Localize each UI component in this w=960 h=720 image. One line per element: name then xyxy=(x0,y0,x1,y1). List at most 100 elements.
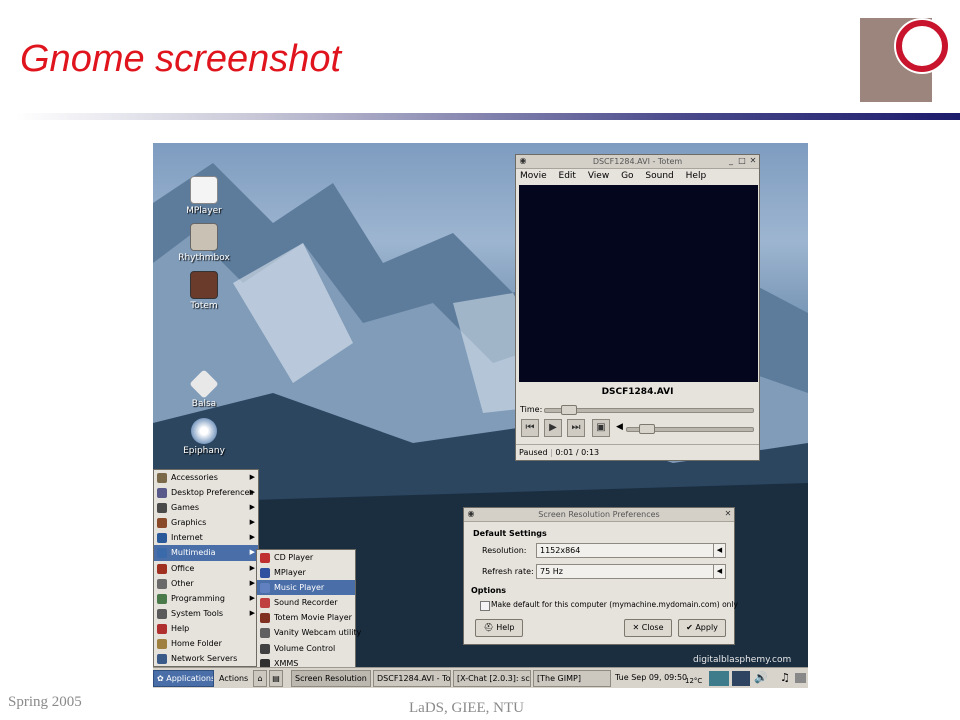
menu-item-accessories[interactable]: Accessories ▶ xyxy=(154,470,258,485)
submenu-arrow-icon: ▶ xyxy=(249,533,255,542)
menu-item-desktop-preferences[interactable]: Desktop Preferences ▶ xyxy=(154,485,258,500)
task-label: [X-Chat [2.0.3]: sc xyxy=(457,674,530,683)
menu-item-games[interactable]: Games ▶ xyxy=(154,500,258,515)
resolution-select[interactable]: 1152x864 ◀ xyxy=(536,543,726,558)
help-button-label: Help xyxy=(496,623,515,632)
help-icon xyxy=(157,623,167,634)
balsa-icon xyxy=(189,369,219,399)
menu-item-label: Accessories xyxy=(171,473,218,482)
menu-go[interactable]: Go xyxy=(621,171,633,181)
maximize-icon[interactable]: □ xyxy=(738,157,746,165)
menu-view[interactable]: View xyxy=(588,171,609,181)
refresh-select[interactable]: 75 Hz ◀ xyxy=(536,564,726,579)
epiphany-icon xyxy=(191,418,217,444)
menu-item-system-tools[interactable]: System Tools ▶ xyxy=(154,606,258,621)
menu-item-totem-movie-player[interactable]: Totem Movie Player xyxy=(257,610,355,625)
totem-icon xyxy=(190,271,218,299)
menu-item-volume-control[interactable]: Volume Control xyxy=(257,641,355,656)
close-icon[interactable]: ✕ xyxy=(749,157,757,165)
desktop-preferences-icon xyxy=(157,488,167,499)
menu-item-network-servers[interactable]: Network Servers xyxy=(154,651,258,666)
totem-titlebar[interactable]: ◉ DSCF1284.AVI - Totem _ □ ✕ xyxy=(516,155,759,169)
resolution-titlebar[interactable]: ◉ Screen Resolution Preferences ✕ xyxy=(464,508,734,522)
task-screen-resolution[interactable]: Screen Resolution xyxy=(291,670,371,687)
submenu-arrow-icon: ▶ xyxy=(249,548,255,557)
submenu-arrow-icon: ▶ xyxy=(249,578,255,587)
menu-item-programming[interactable]: Programming ▶ xyxy=(154,591,258,606)
office-icon xyxy=(157,563,167,574)
menu-sound[interactable]: Sound xyxy=(645,171,673,181)
menu-item-mplayer[interactable]: MPlayer xyxy=(257,565,355,580)
title-rule xyxy=(16,113,960,120)
applications-button[interactable]: ✿ Applications xyxy=(153,670,214,687)
menu-item-music-player[interactable]: Music Player xyxy=(257,580,355,596)
task-label: [The GIMP] xyxy=(537,674,581,683)
mplayer-icon xyxy=(190,176,218,204)
menu-item-label: Internet xyxy=(171,533,203,543)
default-checkbox[interactable] xyxy=(480,601,490,611)
task-xchat[interactable]: [X-Chat [2.0.3]: sc xyxy=(453,670,531,687)
terminal-launcher[interactable]: ▤ xyxy=(269,670,283,687)
cd-player-icon xyxy=(260,553,270,563)
menu-item-label: Sound Recorder xyxy=(274,598,338,608)
actions-label: Actions xyxy=(219,674,249,683)
clock[interactable]: Tue Sep 09, 09:50 xyxy=(615,673,687,682)
desktop-icon-totem[interactable]: Totem xyxy=(164,271,244,311)
help-button[interactable]: ⛑ Help xyxy=(475,619,523,637)
desktop-icon-label: Totem xyxy=(190,301,218,311)
apply-button[interactable]: ✔ Apply xyxy=(678,619,726,637)
window-menu-icon[interactable]: ◉ xyxy=(467,510,475,518)
volume-icon: ◀ xyxy=(616,422,623,432)
desktop-icon-rhythmbox[interactable]: Rhythmbox xyxy=(164,223,244,263)
menu-item-label: Other xyxy=(171,578,194,588)
next-button[interactable]: ⏭ xyxy=(567,419,585,437)
previous-button[interactable]: ⏮ xyxy=(521,419,539,437)
menu-item-internet[interactable]: Internet ▶ xyxy=(154,530,258,545)
play-button[interactable]: ▶ xyxy=(544,419,562,437)
minimize-icon[interactable]: _ xyxy=(727,157,735,165)
resolution-dialog: ◉ Screen Resolution Preferences ✕ Defaul… xyxy=(463,507,738,645)
task-gimp[interactable]: [The GIMP] xyxy=(533,670,611,687)
desktop-icon-label: MPlayer xyxy=(186,206,222,216)
menu-item-graphics[interactable]: Graphics ▶ xyxy=(154,515,258,530)
task-totem[interactable]: DSCF1284.AVI - To xyxy=(373,670,451,687)
music-note-icon[interactable]: ♫ xyxy=(780,671,790,684)
menu-edit[interactable]: Edit xyxy=(559,171,576,181)
menu-item-other[interactable]: Other ▶ xyxy=(154,576,258,591)
menu-item-label: Graphics xyxy=(171,518,207,528)
close-icon[interactable]: ✕ xyxy=(724,510,732,518)
volume-slider-knob[interactable] xyxy=(638,424,655,434)
close-button[interactable]: ✕ Close xyxy=(624,619,672,637)
seek-slider-knob[interactable] xyxy=(560,405,577,415)
dropdown-arrow-icon: ◀ xyxy=(713,544,725,557)
applications-label: Applications xyxy=(166,674,214,683)
menu-movie[interactable]: Movie xyxy=(520,171,547,181)
fullscreen-button[interactable]: ▣ xyxy=(592,419,610,437)
volume-icon[interactable]: 🔊 xyxy=(754,671,768,684)
graphics-icon xyxy=(157,518,167,529)
printer-icon[interactable] xyxy=(795,673,806,683)
games-icon xyxy=(157,503,167,514)
video-area[interactable] xyxy=(519,185,758,382)
menu-item-multimedia[interactable]: Multimedia ▶ xyxy=(154,545,258,561)
submenu-arrow-icon: ▶ xyxy=(249,563,255,572)
menu-item-sound-recorder[interactable]: Sound Recorder xyxy=(257,595,355,610)
task-label: Screen Resolution xyxy=(295,674,367,683)
menu-item-home-folder[interactable]: Home Folder xyxy=(154,636,258,651)
menu-item-vanity-webcam-utility[interactable]: Vanity Webcam utility xyxy=(257,625,361,640)
actions-button[interactable]: Actions xyxy=(215,670,252,687)
multimedia-icon xyxy=(157,548,167,559)
help-icon: ⛑ xyxy=(483,623,497,632)
menu-help[interactable]: Help xyxy=(686,171,707,181)
menu-item-cd-player[interactable]: CD Player xyxy=(257,550,355,565)
desktop-icon-balsa[interactable]: Balsa xyxy=(164,369,244,409)
home-launcher[interactable]: ⌂ xyxy=(253,670,267,687)
menu-item-help[interactable]: Help xyxy=(154,621,258,636)
totem-menubar: Movie Edit View Go Sound Help xyxy=(516,169,759,184)
desktop-icon-epiphany[interactable]: Epiphany xyxy=(164,418,244,456)
window-menu-icon[interactable]: ◉ xyxy=(519,157,527,165)
menu-item-office[interactable]: Office ▶ xyxy=(154,561,258,576)
video-filename: DSCF1284.AVI xyxy=(601,387,674,397)
temperature: 12°C xyxy=(685,677,703,685)
desktop-icon-mplayer[interactable]: MPlayer xyxy=(164,176,244,216)
